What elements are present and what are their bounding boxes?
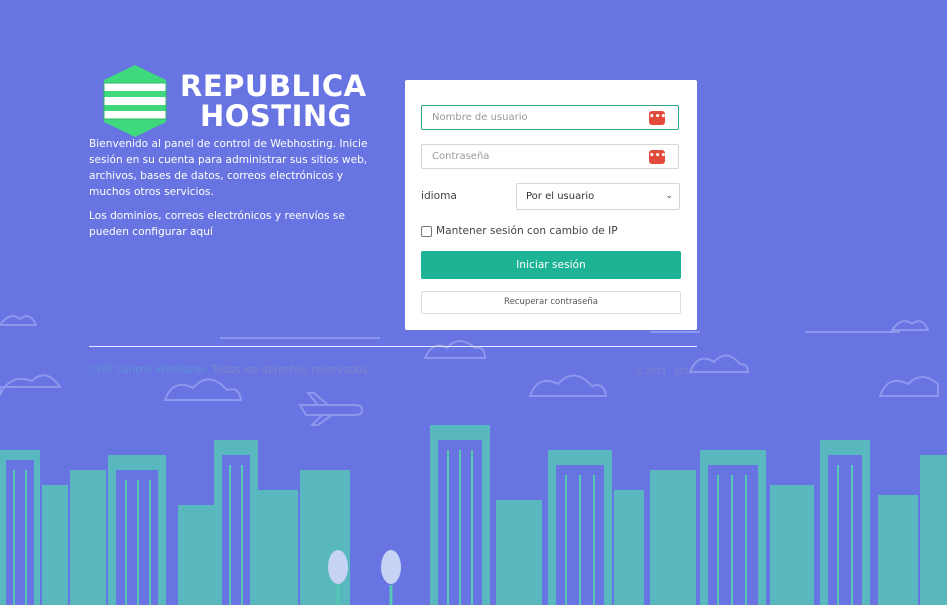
password-manager-icon[interactable]: ••• <box>649 150 666 164</box>
cloud-icon <box>890 320 930 331</box>
cloud-icon <box>0 374 62 396</box>
brand-line2: HOSTING <box>200 99 352 133</box>
recover-password-button[interactable]: Recuperar contraseña <box>421 291 681 314</box>
language-select[interactable]: Por el usuario ⌄ <box>516 183 680 210</box>
intro-paragraph-welcome: Bienvenido al panel de control de Webhos… <box>89 138 368 198</box>
cloud-icon <box>528 374 608 397</box>
cloud-icon <box>423 340 487 359</box>
cloud-icon <box>688 354 750 373</box>
chevron-down-icon: ⌄ <box>665 191 673 201</box>
intro-text: Bienvenido al panel de control de Webhos… <box>89 136 385 248</box>
keep-session-option[interactable]: Mantener sesión con cambio de IP <box>421 225 618 237</box>
login-card: ••• ••• idioma Por el usuario ⌄ Mantener… <box>405 80 697 330</box>
cloud-icon <box>0 315 38 326</box>
language-label: idioma <box>421 190 457 202</box>
username-field[interactable]: ••• <box>421 105 679 130</box>
footer-copyright: © 2013 - 2023 <box>635 367 695 376</box>
footer-credits: CWP Control WebPanel. Todos los derechos… <box>89 365 367 376</box>
language-selected-value: Por el usuario <box>526 191 595 202</box>
brand-name: REPUBLICA HOSTING <box>180 71 367 131</box>
footer-rights: Todos los derechos reservados <box>208 365 368 376</box>
airplane-icon <box>298 392 364 426</box>
cwp-link[interactable]: CWP Control WebPanel. <box>89 365 209 376</box>
footer-divider <box>89 346 697 347</box>
password-input[interactable] <box>422 145 662 168</box>
keep-session-label: Mantener sesión con cambio de IP <box>436 225 618 237</box>
intro-paragraph-domains: Los dominios, correos electrónicos y ree… <box>89 210 345 238</box>
brand-line1: REPUBLICA <box>180 69 367 103</box>
server-stack-logo-icon <box>103 65 167 137</box>
cloud-icon <box>163 378 243 401</box>
password-field[interactable]: ••• <box>421 144 679 169</box>
password-manager-icon[interactable]: ••• <box>649 111 666 125</box>
username-input[interactable] <box>422 106 662 129</box>
cloud-icon <box>878 376 939 397</box>
keep-session-checkbox[interactable] <box>421 225 432 237</box>
login-button[interactable]: Iniciar sesión <box>421 251 681 279</box>
brand-logo: REPUBLICA HOSTING <box>100 63 366 139</box>
